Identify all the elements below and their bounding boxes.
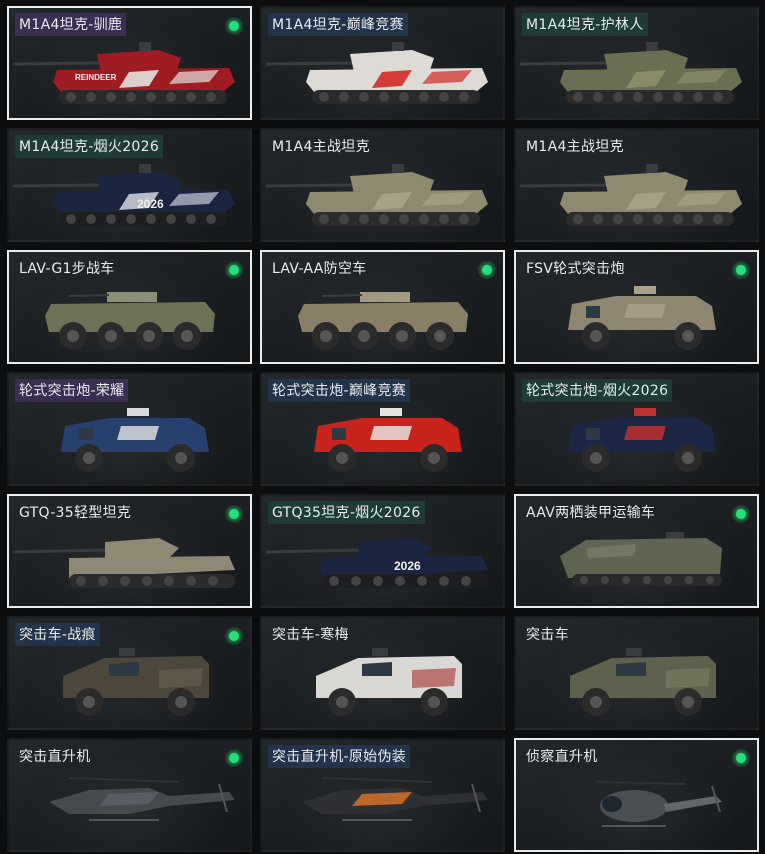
vehicle-card[interactable]: M1A4坦克-护林人 [514, 6, 759, 120]
vehicle-name: 轮式突击炮-烟火2026 [522, 379, 673, 402]
tank-vehicle-image [265, 164, 488, 226]
green-dot-icon [225, 627, 243, 645]
vehicle-card[interactable]: 突击车-战痕 [7, 616, 252, 730]
vehicle-card[interactable]: LAV-AA防空车 [260, 250, 505, 364]
vehicle-card[interactable]: M1A4坦克-驯鹿 REINDEER [7, 6, 252, 120]
green-dot-icon [478, 261, 496, 279]
lighttank-vehicle-image [12, 538, 235, 588]
vehicle-card[interactable]: M1A4坦克-烟火2026 2026 [7, 128, 252, 242]
tank-vehicle-image [519, 42, 742, 104]
vehicle-name: 突击直升机 [19, 749, 91, 765]
armoredcar-vehicle-image [314, 408, 462, 472]
vehicle-name: GTQ35坦克-烟火2026 [268, 501, 425, 524]
tank-vehicle-image [519, 164, 742, 226]
vehicle-name: M1A4主战坦克 [526, 139, 624, 155]
vehicle-card[interactable]: LAV-G1步战车 [7, 250, 252, 364]
vehicle-name: FSV轮式突击炮 [526, 261, 625, 277]
mrap-vehicle-image [316, 648, 462, 716]
vehicle-card[interactable]: AAV两栖装甲运输车 [514, 494, 759, 608]
vehicle-name: 突击直升机-原始伪装 [268, 745, 411, 768]
vehicle-card[interactable]: 突击直升机-原始伪装 [260, 738, 505, 852]
apc-vehicle-image [298, 292, 468, 350]
vehicle-card[interactable]: 轮式突击炮-巅峰竞赛 [260, 372, 505, 486]
tank-vehicle-image: 2026 [12, 164, 235, 226]
vehicle-card[interactable]: 突击车 [514, 616, 759, 730]
svg-text:REINDEER: REINDEER [75, 73, 117, 82]
vehicle-card[interactable]: 突击车-寒梅 [260, 616, 505, 730]
vehicle-name: M1A4主战坦克 [272, 139, 370, 155]
svg-text:2026: 2026 [137, 197, 164, 211]
heli-vehicle-image [302, 777, 488, 821]
vehicle-name: AAV两栖装甲运输车 [526, 505, 656, 521]
vehicle-card[interactable]: M1A4坦克-巅峰竞赛 [260, 6, 505, 120]
apc-vehicle-image [45, 292, 215, 350]
vehicle-name: 侦察直升机 [526, 749, 598, 765]
amphib-vehicle-image [560, 532, 722, 586]
vehicle-name: M1A4坦克-护林人 [522, 13, 648, 36]
vehicle-card[interactable]: M1A4主战坦克 [514, 128, 759, 242]
vehicle-card[interactable]: GTQ-35轻型坦克 [7, 494, 252, 608]
green-dot-icon [225, 749, 243, 767]
mrap-vehicle-image [570, 648, 716, 716]
mrap-vehicle-image [63, 648, 209, 716]
tank-vehicle-image: REINDEER [12, 42, 235, 104]
armoredcar-vehicle-image [568, 408, 716, 472]
vehicle-name: 突击车-寒梅 [272, 627, 349, 643]
vehicle-name: 轮式突击炮-荣耀 [15, 379, 129, 402]
scout-vehicle-image [595, 781, 722, 827]
vehicle-grid: M1A4坦克-驯鹿 REINDEER M1A4坦克-巅峰竞赛 M1A4坦克-护林人 M1… [0, 0, 765, 854]
vehicle-card[interactable]: GTQ35坦克-烟火2026 2026 [260, 494, 505, 608]
vehicle-card[interactable]: FSV轮式突击炮 [514, 250, 759, 364]
vehicle-name: M1A4坦克-烟火2026 [15, 135, 164, 158]
green-dot-icon [225, 261, 243, 279]
vehicle-name: 突击车 [526, 627, 569, 643]
vehicle-name: M1A4坦克-驯鹿 [15, 13, 127, 36]
vehicle-name: GTQ-35轻型坦克 [19, 505, 132, 521]
vehicle-name: 轮式突击炮-巅峰竞赛 [268, 379, 411, 402]
vehicle-name: 突击车-战痕 [15, 623, 100, 646]
vehicle-card[interactable]: 突击直升机 [7, 738, 252, 852]
green-dot-icon [225, 17, 243, 35]
green-dot-icon [732, 505, 750, 523]
vehicle-card[interactable]: 轮式突击炮-烟火2026 [514, 372, 759, 486]
vehicle-card[interactable]: 轮式突击炮-荣耀 [7, 372, 252, 486]
vehicle-name: M1A4坦克-巅峰竞赛 [268, 13, 408, 36]
vehicle-name: LAV-AA防空车 [272, 261, 367, 277]
svg-text:2026: 2026 [394, 559, 421, 573]
armoredcar-vehicle-image [568, 286, 716, 350]
vehicle-name: LAV-G1步战车 [19, 261, 115, 277]
heli-vehicle-image [49, 777, 235, 821]
vehicle-card[interactable]: M1A4主战坦克 [260, 128, 505, 242]
lighttank-vehicle-image: 2026 [265, 538, 488, 588]
green-dot-icon [732, 261, 750, 279]
vehicle-card[interactable]: 侦察直升机 [514, 738, 759, 852]
green-dot-icon [225, 505, 243, 523]
green-dot-icon [732, 749, 750, 767]
tank-vehicle-image [265, 42, 488, 104]
armoredcar-vehicle-image [61, 408, 209, 472]
